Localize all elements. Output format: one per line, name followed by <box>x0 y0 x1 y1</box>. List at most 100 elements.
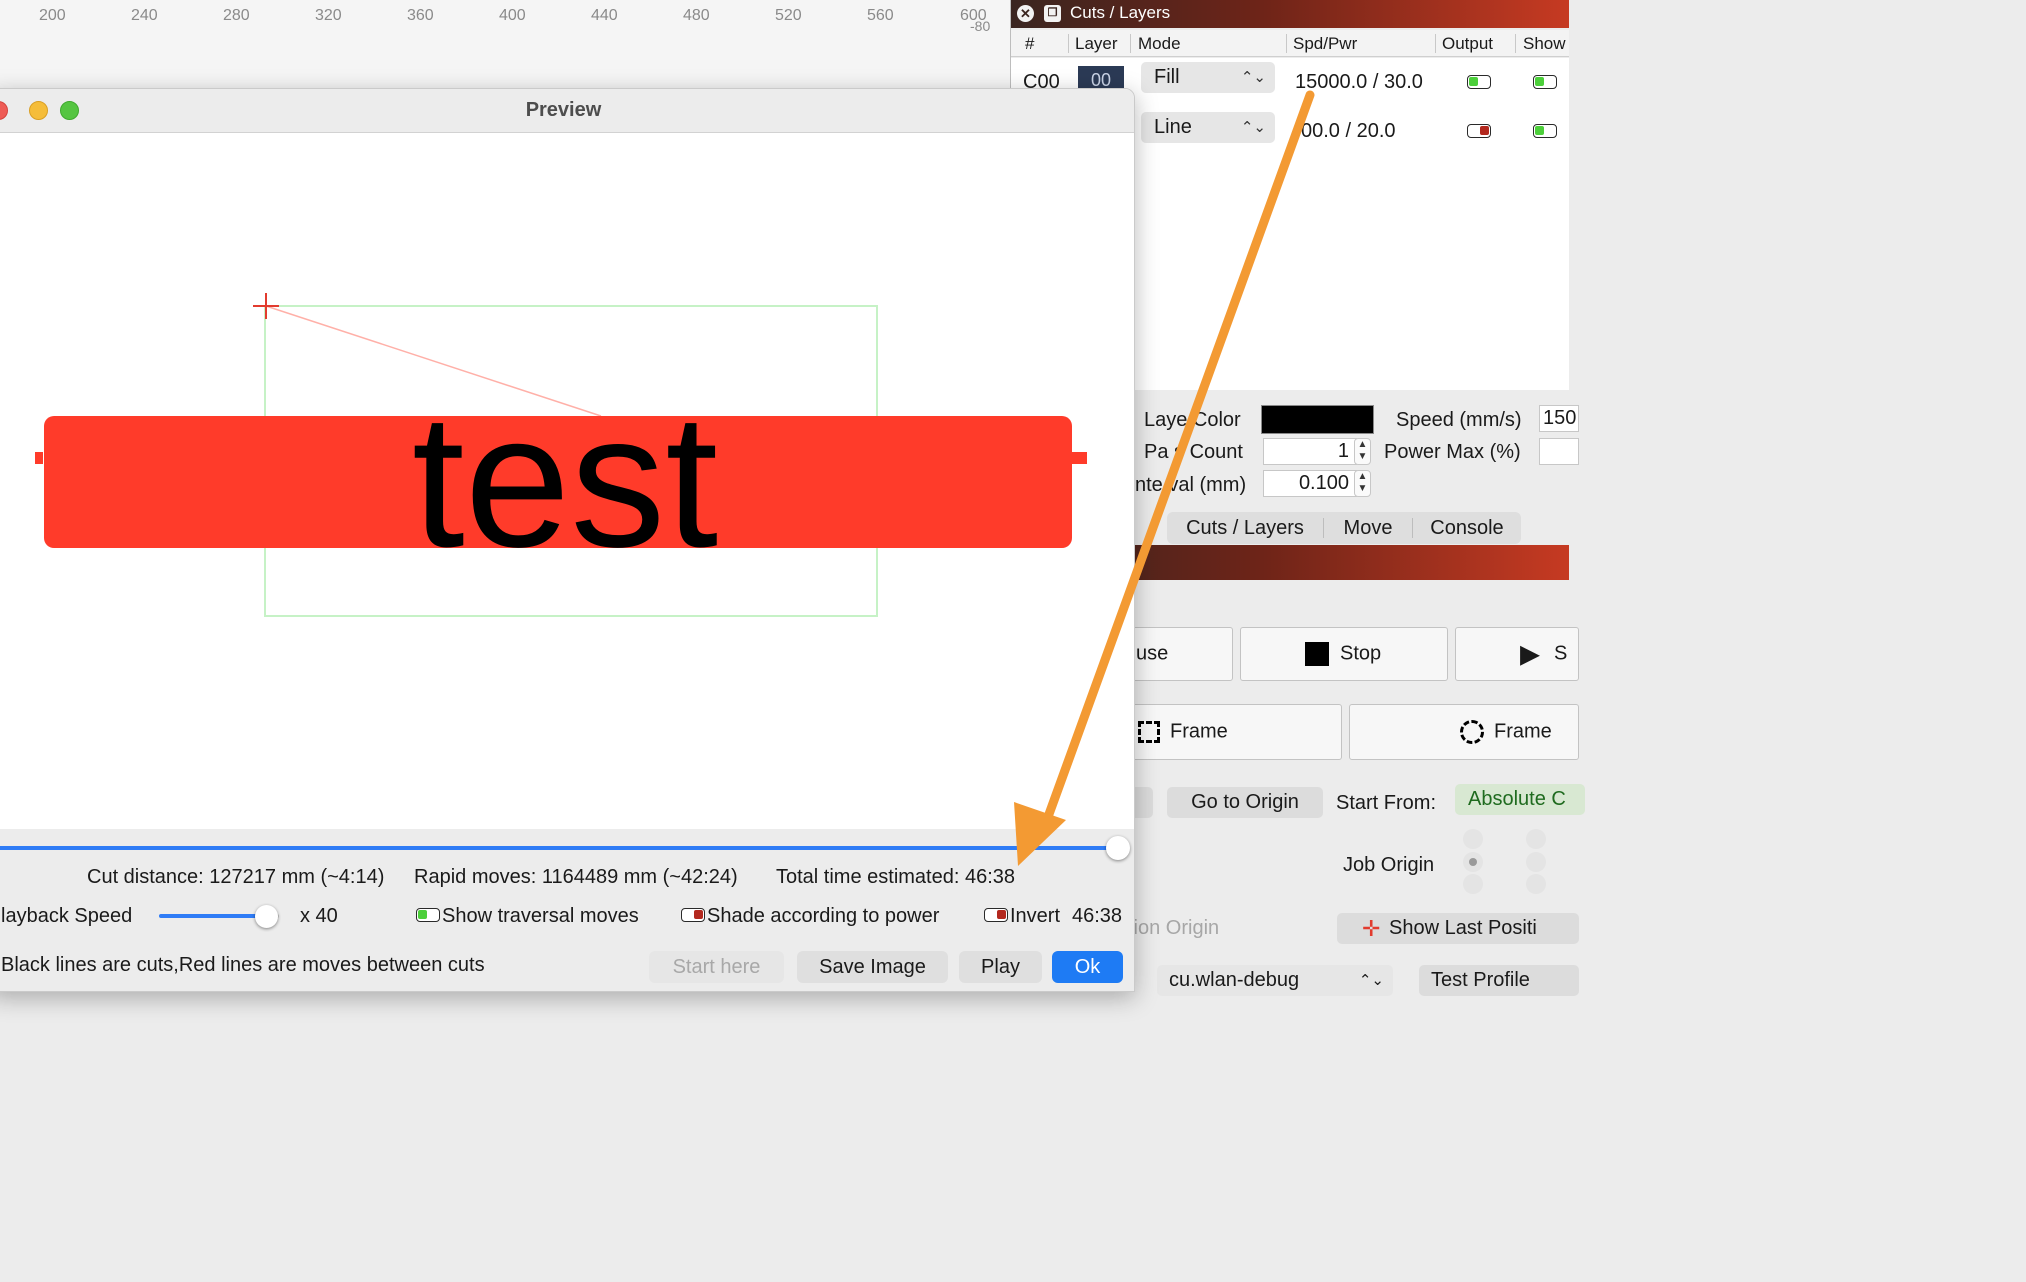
column-header-show[interactable]: Show <box>1523 34 1566 54</box>
action-origin-label: tion Origin <box>1128 917 1220 939</box>
mode-select-value: Fill <box>1154 66 1180 88</box>
show-traversal-option[interactable]: Show traversal moves <box>416 905 639 928</box>
speed-power-value[interactable]: 15000.0 / 30.0 <box>1295 71 1423 94</box>
tab-console[interactable]: Console <box>1413 512 1521 544</box>
mode-select-row-0[interactable]: Fill ⌃⌄ <box>1141 62 1275 93</box>
playback-speed-slider-knob[interactable] <box>255 905 278 928</box>
play-button[interactable]: Play <box>959 951 1042 983</box>
tab-move[interactable]: Move <box>1324 512 1412 544</box>
preview-canvas[interactable]: test <box>0 134 1134 829</box>
ruler-tick: 480 <box>683 7 710 24</box>
mode-select-row-1[interactable]: Line ⌃⌄ <box>1141 112 1275 143</box>
power-max-label: Power Max (%) <box>1384 441 1521 463</box>
up-down-chevron-icon: ⌃⌄ <box>1240 119 1266 136</box>
up-down-chevron-icon: ⌃⌄ <box>1358 972 1384 989</box>
pass-count-stepper[interactable]: ▲ ▼ <box>1354 438 1371 465</box>
preview-controls: Cut distance: 127217 mm (~4:14) Rapid mo… <box>0 829 1134 991</box>
playback-speed-label: layback Speed <box>1 905 133 927</box>
origin-radio[interactable] <box>1463 874 1483 894</box>
preview-drawing: test <box>35 293 1087 617</box>
interval-stepper[interactable]: ▲ ▼ <box>1354 470 1371 497</box>
ruler-tick: 320 <box>315 7 342 24</box>
rapid-moves-text: Rapid moves: 1164489 mm (~42:24) <box>414 866 738 888</box>
column-header-output[interactable]: Output <box>1442 34 1493 54</box>
invert-option[interactable]: Invert <box>984 905 1060 928</box>
preview-title: Preview <box>525 99 602 121</box>
horizontal-ruler: 200 240 280 320 360 400 440 480 520 560 … <box>0 0 1010 90</box>
show-toggle-row-1[interactable] <box>1533 124 1557 138</box>
preview-titlebar: Preview <box>0 89 1134 133</box>
origin-radio[interactable] <box>1463 829 1483 849</box>
start-from-label: Start From: <box>1336 792 1437 814</box>
interval-label: nte val (mm) <box>1135 474 1247 496</box>
pass-count-input[interactable]: 1 <box>1263 438 1357 465</box>
frame-button[interactable]: Frame <box>1123 704 1342 760</box>
go-to-origin-button[interactable]: Go to Origin <box>1167 787 1323 818</box>
start-here-button[interactable]: Start here <box>649 951 784 983</box>
mode-select-value: Line <box>1154 116 1192 138</box>
layers-dock-title: Cuts / Layers <box>1070 3 1171 22</box>
ruler-tick: 200 <box>39 7 66 24</box>
shade-power-toggle[interactable] <box>681 907 705 922</box>
test-profile-button[interactable]: Test Profile <box>1419 965 1579 996</box>
ok-button[interactable]: Ok <box>1052 951 1123 983</box>
shade-power-option[interactable]: Shade according to power <box>681 905 939 928</box>
column-header-id[interactable]: # <box>1025 34 1034 54</box>
stop-icon <box>1305 642 1329 666</box>
column-header-mode[interactable]: Mode <box>1138 34 1181 54</box>
show-toggle-row-0[interactable] <box>1533 75 1557 89</box>
preview-text: test <box>412 375 718 587</box>
frame-rect-icon <box>1138 721 1160 743</box>
layers-dock-titlebar: ✕ ❐ Cuts / Layers <box>1011 0 1569 28</box>
output-toggle-row-1[interactable] <box>1467 124 1491 138</box>
fill-stub-right <box>1069 452 1087 464</box>
dock-tab-bar: Cuts / Layers Move Console <box>1167 512 1521 544</box>
ruler-tick: 400 <box>499 7 526 24</box>
speed-label: Speed (mm/s) <box>1396 409 1522 431</box>
column-header-speed-power[interactable]: Spd/Pwr <box>1293 34 1357 54</box>
job-origin-label: Job Origin <box>1343 854 1435 876</box>
ruler-tick: 520 <box>775 7 802 24</box>
frame-circle-icon <box>1460 720 1484 744</box>
pause-button[interactable]: use <box>1123 627 1233 681</box>
fill-stub-left <box>35 452 43 464</box>
invert-toggle[interactable] <box>984 907 1008 922</box>
device-select[interactable]: cu.wlan-debug ⌃⌄ <box>1157 965 1393 996</box>
origin-radio-selected[interactable] <box>1463 852 1483 872</box>
legend-hint: Black lines are cuts,Red lines are moves… <box>1 954 485 976</box>
speed-power-value[interactable]: 00.0 / 20.0 <box>1301 120 1396 143</box>
tab-cuts-layers[interactable]: Cuts / Layers <box>1167 512 1323 544</box>
layer-color-swatch[interactable] <box>1261 405 1374 434</box>
start-button[interactable]: ▶ S <box>1455 627 1579 681</box>
playback-speed-value: x 40 <box>300 905 338 927</box>
play-icon: ▶ <box>1520 638 1540 669</box>
playback-speed-slider-track[interactable] <box>159 914 279 918</box>
ruler-tick: 280 <box>223 7 250 24</box>
stop-button[interactable]: Stop <box>1240 627 1448 681</box>
layers-table-header: # Layer Mode Spd/Pwr Output Show <box>1011 30 1569 57</box>
power-max-input[interactable] <box>1539 438 1579 465</box>
close-icon[interactable]: ✕ <box>1017 5 1034 22</box>
interval-input[interactable]: 0.100 <box>1263 470 1357 497</box>
timeline-slider-knob[interactable] <box>1106 836 1130 860</box>
layer-color-label: Laye Color <box>1144 409 1241 431</box>
ruler-tick: 560 <box>867 7 894 24</box>
origin-radio[interactable] <box>1526 829 1546 849</box>
speed-input[interactable]: 150 <box>1539 405 1579 432</box>
origin-radio[interactable] <box>1526 874 1546 894</box>
start-from-select[interactable]: Absolute C <box>1455 784 1585 815</box>
output-toggle-row-0[interactable] <box>1467 75 1491 89</box>
crosshair-icon: ✛ <box>1362 916 1381 941</box>
save-image-button[interactable]: Save Image <box>797 951 948 983</box>
frame-circle-button[interactable]: Frame <box>1349 704 1579 760</box>
column-header-layer[interactable]: Layer <box>1075 34 1118 54</box>
float-icon[interactable]: ❐ <box>1044 5 1061 22</box>
show-traversal-toggle[interactable] <box>416 907 440 922</box>
origin-radio[interactable] <box>1526 852 1546 872</box>
preview-window: Preview test Cut distance: 127217 mm (~4… <box>0 88 1135 992</box>
ruler-tick: 440 <box>591 7 618 24</box>
ruler-tick: 360 <box>407 7 434 24</box>
show-last-position-button[interactable]: ✛ Show Last Positi <box>1337 913 1579 944</box>
timeline-slider-track[interactable] <box>0 846 1111 850</box>
up-down-chevron-icon: ⌃⌄ <box>1240 69 1266 86</box>
